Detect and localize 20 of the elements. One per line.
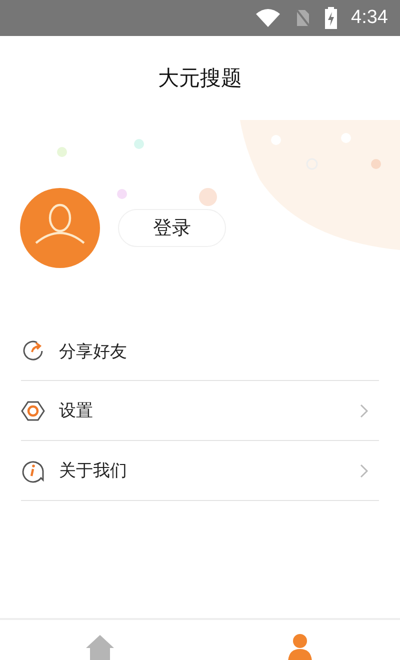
login-button[interactable]: 登录 <box>118 209 226 247</box>
menu-item[interactable]: 关于我们 <box>21 441 379 501</box>
menu-label: 分享好友 <box>59 340 128 362</box>
person-icon <box>285 633 315 660</box>
chevron-right-icon <box>359 402 369 418</box>
chevron-right-icon <box>359 462 369 478</box>
menu-label: 设置 <box>59 400 94 422</box>
avatar-icon <box>20 188 100 268</box>
menu-item[interactable]: 设置 <box>21 381 379 441</box>
menu-label: 关于我们 <box>59 460 128 482</box>
info-icon <box>21 458 45 482</box>
share-arrow-icon <box>21 339 45 363</box>
home-icon <box>85 633 115 660</box>
menu-item[interactable]: 分享好友 <box>21 322 379 381</box>
clock-time: 4:34 <box>351 7 388 29</box>
wifi-icon <box>255 8 282 28</box>
battery-charging-icon <box>325 7 338 29</box>
no-sim-icon <box>295 8 312 28</box>
settings-icon <box>21 398 45 422</box>
page-title: 大元搜题 <box>158 65 242 92</box>
